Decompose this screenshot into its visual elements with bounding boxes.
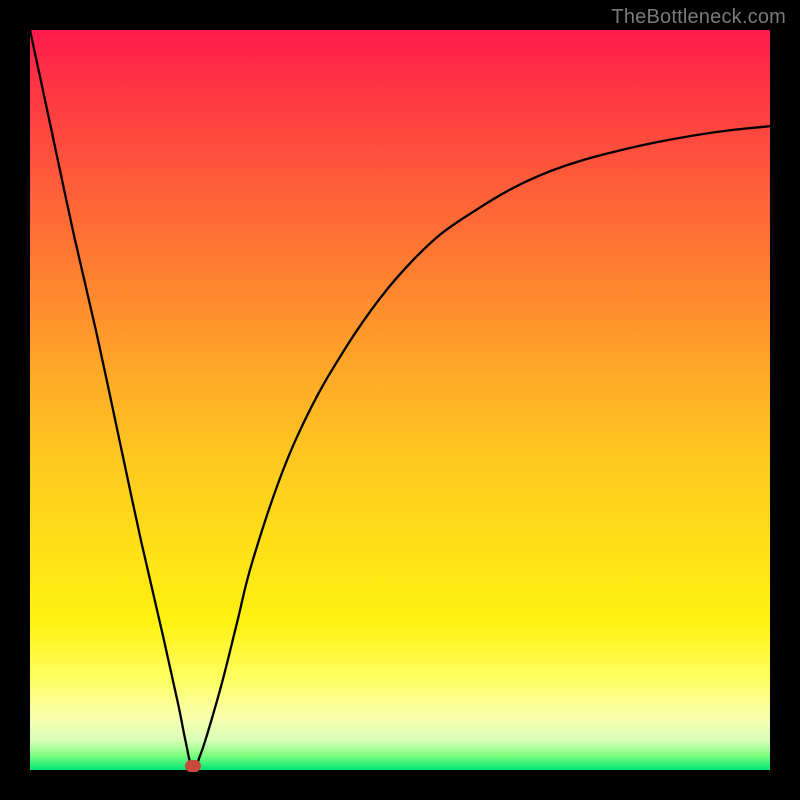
- watermark-text: TheBottleneck.com: [611, 6, 786, 29]
- bottleneck-curve: [30, 30, 770, 770]
- curve-svg: [30, 30, 770, 770]
- trough-marker: [185, 760, 201, 772]
- plot-area: [30, 30, 770, 770]
- chart-frame: TheBottleneck.com: [0, 0, 800, 800]
